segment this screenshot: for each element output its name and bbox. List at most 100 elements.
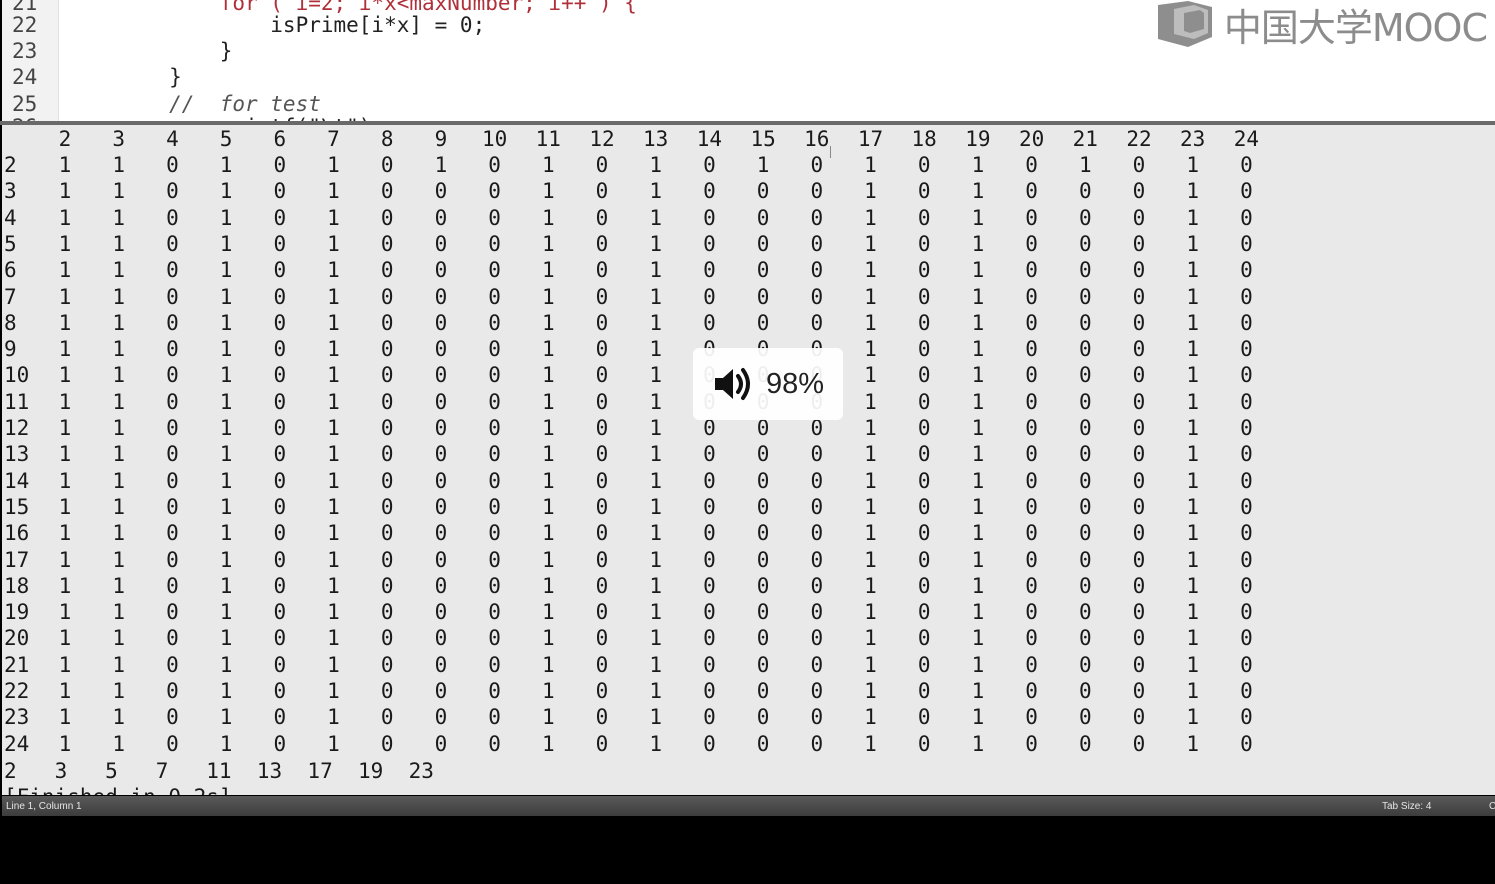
row-cell: 0 xyxy=(756,521,770,546)
row-cell: 1 xyxy=(1186,600,1200,625)
row-cell: 1 xyxy=(112,310,126,335)
row-cell: 0 xyxy=(595,310,609,335)
row-cell: 0 xyxy=(1240,363,1253,388)
row-cell: 1 xyxy=(864,573,877,598)
row-cell: 1 xyxy=(971,205,985,230)
row-label: 24 xyxy=(4,731,30,756)
row-cell: 0 xyxy=(273,205,287,230)
row-cell: 0 xyxy=(1132,416,1146,440)
row-cell: 0 xyxy=(1132,205,1146,230)
cursor-position[interactable]: Line 1, Column 1 xyxy=(6,801,82,812)
row-cell: 0 xyxy=(810,626,824,651)
row-cell: 0 xyxy=(1078,494,1092,519)
row-cell: 1 xyxy=(219,652,233,677)
row-cell: 1 xyxy=(649,521,663,546)
row-cell: 1 xyxy=(58,231,72,256)
row-cell: 0 xyxy=(1132,600,1146,625)
row-cell: 0 xyxy=(166,179,179,204)
row-cell: 0 xyxy=(166,442,179,467)
row-cell: 0 xyxy=(917,652,931,677)
row-cell: 0 xyxy=(756,231,770,256)
row-cell: 0 xyxy=(1025,284,1038,309)
row-cell: 0 xyxy=(756,442,770,467)
row-cell: 0 xyxy=(595,600,609,625)
row-cell: 0 xyxy=(703,573,716,598)
row-cell: 1 xyxy=(58,731,72,756)
row-cell: 0 xyxy=(1025,679,1038,703)
output-row: 2 1 1 0 1 0 1 0 1 0 1 0 1 0 1 0 1 0 1 0 1 0 1 0 xyxy=(2,152,1495,178)
row-cell: 0 xyxy=(273,258,287,283)
row-cell: 0 xyxy=(703,310,716,335)
row-cell: 0 xyxy=(756,573,770,598)
syntax-setting[interactable]: C xyxy=(1489,801,1495,812)
tab-size-setting[interactable]: Tab Size: 4 xyxy=(1382,801,1431,812)
row-cell: 0 xyxy=(810,547,824,572)
row-cell: 1 xyxy=(1186,494,1200,519)
row-cell: 0 xyxy=(1025,153,1038,177)
row-cell: 0 xyxy=(380,284,394,309)
row-cell: 0 xyxy=(756,547,770,572)
row-cell: 0 xyxy=(488,205,501,230)
row-cell: 0 xyxy=(810,258,824,283)
build-output-panel[interactable]: 2 3 4 5 6 7 8 9 10 11 12 13 14 15 16 17 18 19 20 21 22 23 24 2… xyxy=(2,125,1495,795)
row-cell: 1 xyxy=(864,153,877,177)
row-cell: 0 xyxy=(917,494,931,519)
row-cell: 1 xyxy=(971,494,985,519)
row-cell: 0 xyxy=(1078,731,1092,756)
row-cell: 0 xyxy=(595,258,609,283)
row-cell: 0 xyxy=(434,494,448,519)
row-cell: 0 xyxy=(488,258,501,283)
row-cell: 1 xyxy=(649,153,663,177)
row-cell: 1 xyxy=(58,626,72,651)
row-cell: 0 xyxy=(756,468,770,493)
row-cell: 1 xyxy=(541,652,555,677)
row-cell: 1 xyxy=(649,363,663,388)
code-line[interactable]: 24 } xyxy=(2,64,1495,90)
row-cell: 1 xyxy=(649,626,663,651)
row-cell: 0 xyxy=(1025,337,1038,362)
row-cell: 0 xyxy=(756,731,770,756)
row-cell: 0 xyxy=(1132,442,1146,467)
row-cell: 1 xyxy=(971,731,985,756)
row-cell: 1 xyxy=(219,231,233,256)
row-cell: 1 xyxy=(219,310,233,335)
output-row: 13 1 1 0 1 0 1 0 0 0 1 0 1 0 0 0 1 0 1 0 0 0 1 0 xyxy=(2,441,1495,467)
column-header: 12 xyxy=(589,127,615,151)
row-cell: 0 xyxy=(595,442,609,467)
row-cell: 0 xyxy=(756,258,770,283)
row-cell: 0 xyxy=(434,284,448,309)
row-cell: 0 xyxy=(1078,179,1092,204)
output-row: 16 1 1 0 1 0 1 0 0 0 1 0 1 0 0 0 1 0 1 0 0 0 1 0 xyxy=(2,520,1495,546)
row-cell: 1 xyxy=(58,705,72,730)
code-editor[interactable]: 21 for ( i=2; i*x<maxNumber; i++ ) { 22 … xyxy=(2,0,1495,122)
row-cell: 0 xyxy=(917,205,931,230)
row-cell: 0 xyxy=(380,337,394,362)
row-cell: 0 xyxy=(595,337,609,362)
row-cell: 0 xyxy=(810,679,824,703)
row-cell: 0 xyxy=(703,153,716,177)
row-cell: 0 xyxy=(380,705,394,730)
row-cell: 0 xyxy=(1132,679,1146,703)
output-row: 18 1 1 0 1 0 1 0 0 0 1 0 1 0 0 0 1 0 1 0 0 0 1 0 xyxy=(2,573,1495,599)
row-cell: 0 xyxy=(1025,731,1038,756)
row-label: 20 xyxy=(4,626,30,651)
row-cell: 1 xyxy=(58,494,72,519)
row-cell: 0 xyxy=(917,231,931,256)
line-number: 24 xyxy=(12,65,38,89)
row-cell: 0 xyxy=(917,705,931,730)
row-cell: 0 xyxy=(488,626,501,651)
row-cell: 0 xyxy=(1132,547,1146,572)
row-cell: 0 xyxy=(917,442,931,467)
row-cell: 1 xyxy=(58,310,72,335)
row-cell: 0 xyxy=(1025,600,1038,625)
row-cell: 0 xyxy=(380,547,394,572)
row-cell: 0 xyxy=(1025,573,1038,598)
row-cell: 0 xyxy=(810,310,824,335)
row-cell: 1 xyxy=(327,521,340,546)
row-cell: 1 xyxy=(58,652,72,677)
row-cell: 1 xyxy=(649,679,663,703)
row-cell: 0 xyxy=(703,547,716,572)
row-cell: 0 xyxy=(166,258,179,283)
row-cell: 0 xyxy=(917,547,931,572)
row-cell: 1 xyxy=(327,731,340,756)
